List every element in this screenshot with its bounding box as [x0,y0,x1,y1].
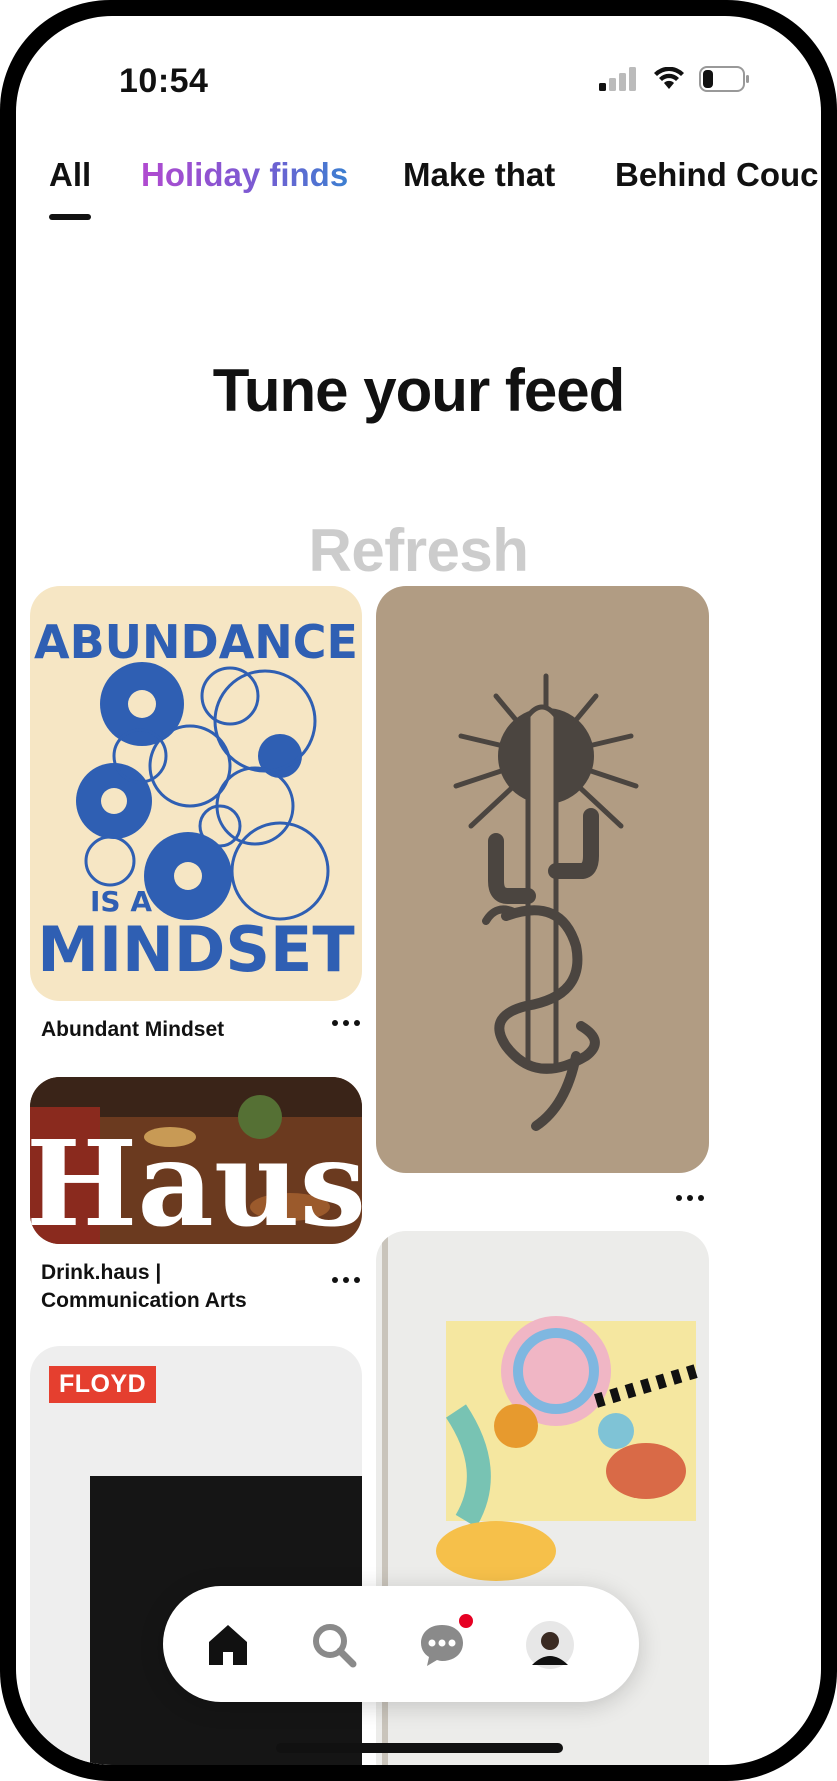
nav-profile[interactable] [521,1616,579,1674]
tab-all[interactable]: All [49,156,91,194]
tab-make-that[interactable]: Make that [403,156,555,194]
pin-title-abundant-mindset: Abundant Mindset [41,1018,225,1041]
notification-dot [459,1614,473,1628]
screen: 10:54 All Holiday finds Make that Behind… [16,16,821,1765]
abundance-text: ABUNDANCE [34,615,358,669]
bottom-nav [163,1586,639,1702]
haus-image: Haus [30,1077,362,1244]
refresh-button[interactable]: Refresh [16,516,821,585]
more-options-button[interactable] [328,1272,364,1288]
battery-icon [699,66,749,92]
haus-image-text: Haus [30,1114,362,1244]
pin-drink-haus[interactable]: Haus [30,1077,362,1244]
selected-tab-indicator [49,214,91,220]
more-options-button[interactable] [672,1190,708,1206]
pin-cactus-snake[interactable] [376,586,709,1173]
tab-behind-couch[interactable]: Behind Couc [615,156,819,194]
floyd-brand-label: FLOYD [49,1366,157,1403]
tab-holiday-finds[interactable]: Holiday finds [141,156,348,194]
status-time: 10:54 [119,62,209,100]
pin-title-drink-haus: Drink.haus | Communication Arts [41,1259,247,1315]
board-tabs: All Holiday finds Make that Behind Couc [16,156,821,226]
nav-messages[interactable] [413,1614,473,1674]
phone-frame: 10:54 All Holiday finds Make that Behind… [0,0,837,1781]
more-options-button[interactable] [328,1015,364,1031]
pin-floyd[interactable]: FLOYD [30,1346,362,1765]
home-indicator [276,1743,563,1753]
messages-icon [421,1625,463,1666]
pin-title-line: Drink.haus | [41,1261,162,1284]
abundance-poster-image: ABUNDANCE IS A MINDSET [30,586,362,1001]
nav-search[interactable] [305,1616,363,1674]
status-icons [599,66,751,92]
cactus-snake-image [376,586,709,1173]
floyd-image [30,1346,362,1765]
pin-title-line: Communication Arts [41,1289,247,1312]
profile-avatar [526,1621,574,1669]
nav-home[interactable] [199,1616,257,1674]
wifi-icon [654,67,684,89]
page-title: Tune your feed [212,357,626,424]
mindset-text: MINDSET [37,913,354,986]
pin-abundant-mindset[interactable]: ABUNDANCE IS A MINDSET [30,586,362,1001]
search-icon [313,1624,357,1668]
signal-icon [599,67,636,91]
home-icon [209,1625,247,1665]
